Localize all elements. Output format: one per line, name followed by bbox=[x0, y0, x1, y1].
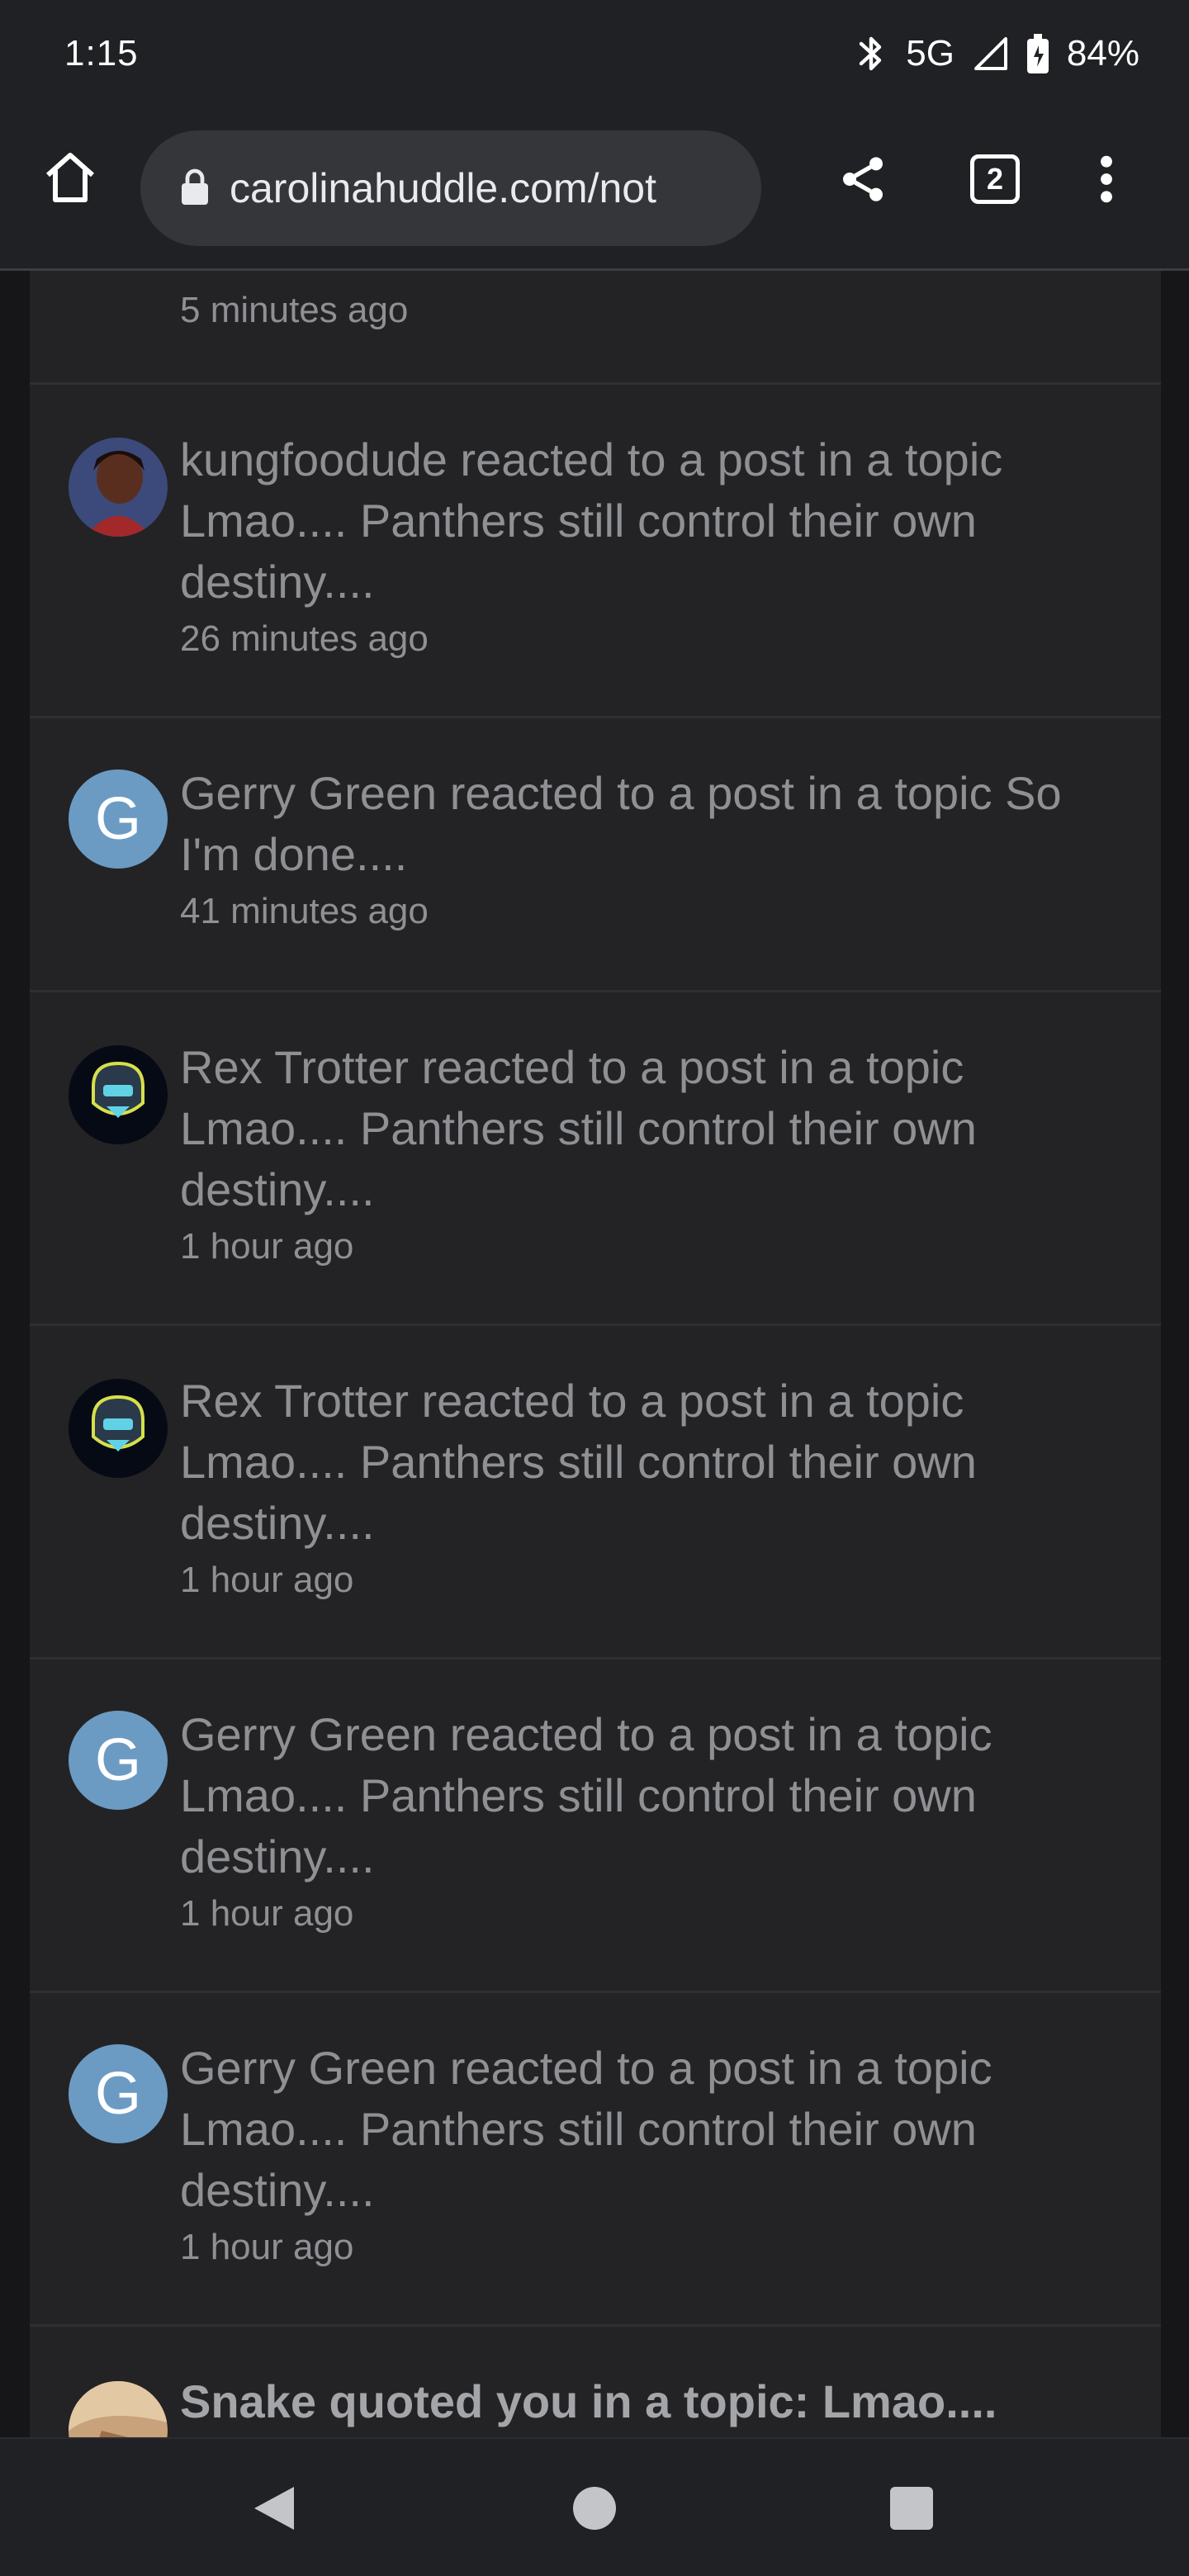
notification-item[interactable]: G Gerry Green reacted to a post in a top… bbox=[30, 1993, 1161, 2327]
circle-home-icon bbox=[573, 2487, 616, 2530]
signal-icon bbox=[973, 36, 1009, 72]
notification-item[interactable]: 5 minutes ago bbox=[30, 271, 1161, 385]
notification-body: Rex Trotter reacted to a post in a topic… bbox=[180, 1371, 1128, 1605]
status-time: 1:15 bbox=[64, 33, 139, 73]
notification-body: Gerry Green reacted to a post in a topic… bbox=[180, 2038, 1128, 2272]
tab-count: 2 bbox=[970, 154, 1020, 204]
tab-switcher-button[interactable]: 2 bbox=[959, 144, 1030, 215]
notification-message: Rex Trotter reacted to a post in a topic… bbox=[180, 1041, 977, 1215]
notification-item[interactable]: kungfoodude reacted to a post in a topic… bbox=[30, 385, 1161, 718]
back-button[interactable] bbox=[244, 2479, 304, 2538]
notification-message: Rex Trotter reacted to a post in a topic… bbox=[180, 1375, 977, 1549]
network-type: 5G bbox=[906, 33, 955, 73]
url-text: carolinahuddle.com/not bbox=[230, 165, 656, 211]
notification-message: Gerry Green reacted to a post in a topic… bbox=[180, 767, 1062, 880]
notification-item[interactable]: G Gerry Green reacted to a post in a top… bbox=[30, 1660, 1161, 1993]
lock-icon bbox=[180, 168, 210, 209]
notification-item[interactable]: Snake quoted you in a topic: Lmao.... bbox=[30, 2327, 1161, 2437]
status-bar: 1:15 5G 84% bbox=[0, 0, 1189, 107]
avatar[interactable] bbox=[69, 1045, 168, 1144]
browser-toolbar: carolinahuddle.com/not 2 bbox=[0, 107, 1189, 271]
home-icon bbox=[46, 153, 94, 202]
notification-time: 1 hour ago bbox=[180, 2227, 354, 2267]
avatar[interactable] bbox=[69, 1379, 168, 1478]
notification-item[interactable]: G Gerry Green reacted to a post in a top… bbox=[30, 718, 1161, 992]
notification-item[interactable]: Rex Trotter reacted to a post in a topic… bbox=[30, 1326, 1161, 1660]
battery-percent: 84% bbox=[1066, 33, 1139, 73]
avatar[interactable] bbox=[69, 438, 168, 537]
notification-message: kungfoodude reacted to a post in a topic… bbox=[180, 433, 1003, 608]
menu-button[interactable] bbox=[1082, 144, 1131, 215]
square-recents-icon bbox=[890, 2487, 933, 2530]
notification-body: Gerry Green reacted to a post in a topic… bbox=[180, 1704, 1128, 1939]
battery-icon bbox=[1026, 34, 1049, 73]
notification-time: 41 minutes ago bbox=[180, 891, 429, 931]
notification-message: Gerry Green reacted to a post in a topic… bbox=[180, 1708, 992, 1882]
avatar[interactable] bbox=[69, 2381, 168, 2437]
notification-time: 1 hour ago bbox=[180, 1893, 354, 1934]
home-button[interactable] bbox=[33, 140, 107, 215]
phone-screen: 1:15 5G 84% carolinahuddle.com/not 2 5 m… bbox=[0, 0, 1189, 2576]
page-content: 5 minutes ago kungfoodude reacted to a p… bbox=[0, 271, 1189, 2437]
home-nav-button[interactable] bbox=[565, 2479, 624, 2538]
notification-time: 1 hour ago bbox=[180, 1226, 354, 1267]
notification-body: Snake quoted you in a topic: Lmao.... bbox=[180, 2371, 1128, 2432]
recents-button[interactable] bbox=[882, 2479, 941, 2538]
notification-body: Gerry Green reacted to a post in a topic… bbox=[180, 763, 1128, 936]
share-button[interactable] bbox=[827, 144, 898, 215]
notification-body: Rex Trotter reacted to a post in a topic… bbox=[180, 1037, 1128, 1271]
share-icon bbox=[843, 157, 883, 201]
avatar[interactable]: G bbox=[69, 2044, 168, 2143]
back-icon bbox=[254, 2487, 294, 2530]
more-vert-icon bbox=[1101, 155, 1112, 203]
notification-time: 26 minutes ago bbox=[180, 618, 429, 659]
address-bar[interactable]: carolinahuddle.com/not bbox=[140, 130, 761, 246]
notification-time: 5 minutes ago bbox=[180, 290, 409, 330]
bluetooth-icon bbox=[855, 34, 888, 73]
system-nav-bar bbox=[0, 2437, 1189, 2576]
avatar[interactable]: G bbox=[69, 1711, 168, 1810]
notification-item[interactable]: Rex Trotter reacted to a post in a topic… bbox=[30, 992, 1161, 1326]
notification-message: Snake quoted you in a topic: Lmao.... bbox=[180, 2375, 997, 2427]
notification-body: kungfoodude reacted to a post in a topic… bbox=[180, 429, 1128, 664]
avatar[interactable]: G bbox=[69, 769, 168, 869]
notification-message: Gerry Green reacted to a post in a topic… bbox=[180, 2042, 992, 2216]
status-icons: 5G 84% bbox=[855, 33, 1139, 74]
notification-list: 5 minutes ago kungfoodude reacted to a p… bbox=[30, 271, 1161, 2437]
notification-time: 1 hour ago bbox=[180, 1560, 354, 1600]
